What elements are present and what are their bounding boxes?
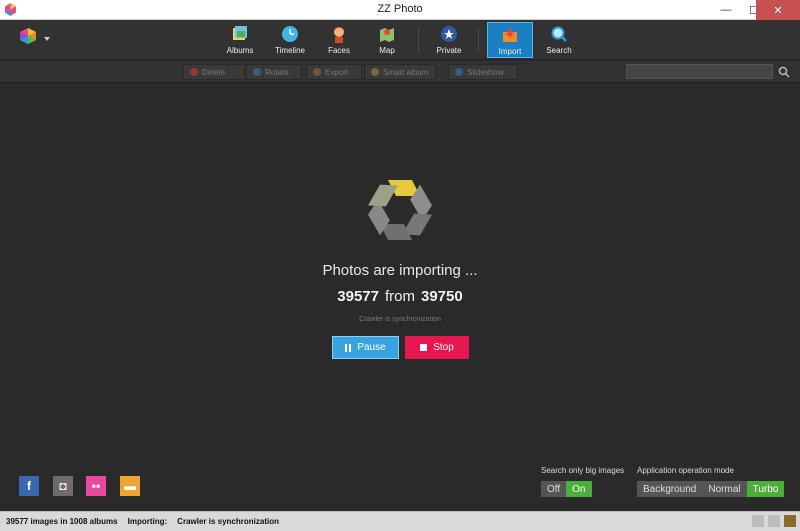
big-images-toggle[interactable]: Off On bbox=[541, 481, 592, 497]
list-view-icon[interactable] bbox=[752, 515, 764, 527]
export-button[interactable]: Export bbox=[306, 64, 362, 80]
smart-album-button[interactable]: Smart album bbox=[364, 64, 436, 80]
status-icons bbox=[752, 515, 796, 527]
smart-album-icon bbox=[371, 68, 379, 76]
nav-map[interactable]: Map bbox=[364, 22, 410, 58]
pause-button[interactable]: Pause bbox=[332, 336, 399, 359]
delete-icon bbox=[190, 68, 198, 76]
facebook-icon[interactable]: f bbox=[19, 476, 39, 496]
nav-albums-label: Albums bbox=[226, 46, 254, 55]
import-panel: Photos are importing ... 39577 from 39750 … bbox=[0, 84, 800, 511]
stop-icon bbox=[420, 344, 428, 351]
delete-label: Delete bbox=[202, 67, 226, 77]
delete-button[interactable]: Delete bbox=[183, 64, 245, 80]
faces-icon bbox=[329, 24, 349, 44]
instagram-icon[interactable]: ◘ bbox=[53, 476, 73, 496]
window-title: ZZ Photo bbox=[377, 3, 423, 15]
big-images-off[interactable]: Off bbox=[541, 481, 567, 497]
flickr-icon[interactable]: •• bbox=[86, 476, 106, 496]
nav-map-label: Map bbox=[379, 46, 395, 55]
folder-icon[interactable]: ▬ bbox=[120, 476, 140, 496]
nav-private[interactable]: Private bbox=[426, 22, 472, 58]
import-spinner-icon bbox=[368, 180, 432, 240]
window-titlebar: ZZ Photo — ☐ ✕ bbox=[0, 0, 800, 20]
nav-timeline-label: Timeline bbox=[275, 46, 305, 55]
slideshow-icon bbox=[455, 68, 463, 76]
search-icon bbox=[549, 24, 569, 44]
rotate-button[interactable]: Rotate bbox=[246, 64, 302, 80]
nav-import-label: Import bbox=[498, 47, 522, 56]
mode-background[interactable]: Background bbox=[637, 481, 703, 497]
crawler-status-note: Crawler is synchronization bbox=[359, 316, 441, 323]
toolbar-separator bbox=[478, 28, 479, 52]
status-importing-value: Crawler is synchronization bbox=[177, 517, 279, 526]
operation-mode-label: Application operation mode bbox=[637, 466, 734, 475]
nav-timeline[interactable]: Timeline bbox=[267, 22, 313, 58]
smart-album-label: Smart album bbox=[383, 67, 429, 77]
export-icon bbox=[313, 68, 321, 76]
timeline-icon bbox=[280, 24, 300, 44]
pause-icon bbox=[345, 343, 352, 352]
mode-turbo[interactable]: Turbo bbox=[746, 481, 785, 497]
minimize-button[interactable]: — bbox=[712, 0, 740, 20]
big-images-label: Search only big images bbox=[541, 466, 625, 475]
import-title: Photos are importing ... bbox=[322, 262, 478, 279]
toolbar-separator bbox=[418, 28, 419, 52]
private-icon bbox=[439, 24, 459, 44]
grid-view-icon[interactable] bbox=[768, 515, 780, 527]
search-button[interactable] bbox=[776, 64, 792, 80]
status-summary: 39577 images in 1008 albums bbox=[6, 517, 118, 526]
mode-normal[interactable]: Normal bbox=[702, 481, 747, 497]
image-view-icon[interactable] bbox=[784, 515, 796, 527]
stop-label: Stop bbox=[433, 342, 454, 353]
nav-faces-label: Faces bbox=[328, 46, 350, 55]
nav-albums[interactable]: Albums bbox=[217, 22, 263, 58]
action-toolbar: Delete Rotate Export Smart album Slidesh… bbox=[0, 61, 800, 83]
close-button[interactable]: ✕ bbox=[756, 0, 800, 20]
nav-faces[interactable]: Faces bbox=[316, 22, 362, 58]
magnifier-icon bbox=[778, 66, 790, 78]
nav-search[interactable]: Search bbox=[536, 22, 582, 58]
import-icon bbox=[500, 25, 520, 45]
import-total-count: 39750 bbox=[421, 288, 463, 305]
stop-button[interactable]: Stop bbox=[405, 336, 469, 359]
import-current-count: 39577 bbox=[337, 288, 379, 305]
albums-icon bbox=[230, 24, 250, 44]
import-from-word: from bbox=[385, 288, 415, 305]
pause-label: Pause bbox=[357, 342, 386, 353]
status-importing-label: Importing: bbox=[127, 517, 168, 526]
rotate-icon bbox=[253, 68, 261, 76]
nav-import[interactable]: Import bbox=[487, 22, 533, 58]
nav-search-label: Search bbox=[546, 46, 572, 55]
nav-private-label: Private bbox=[436, 46, 462, 55]
import-progress: 39577 from 39750 bbox=[0, 288, 800, 305]
slideshow-button[interactable]: Slideshow bbox=[448, 64, 518, 80]
status-bar: 39577 images in 1008 albums Importing: C… bbox=[0, 511, 800, 531]
big-images-on[interactable]: On bbox=[566, 481, 592, 497]
operation-mode-toggle[interactable]: Background Normal Turbo bbox=[637, 481, 785, 497]
main-toolbar: Albums Timeline Faces Map Private Import bbox=[0, 20, 800, 60]
rotate-label: Rotate bbox=[265, 67, 289, 77]
slideshow-label: Slideshow bbox=[467, 67, 504, 77]
search-input[interactable] bbox=[626, 64, 773, 79]
export-label: Export bbox=[325, 67, 349, 77]
chevron-down-icon[interactable] bbox=[44, 37, 50, 41]
map-icon bbox=[377, 24, 397, 44]
